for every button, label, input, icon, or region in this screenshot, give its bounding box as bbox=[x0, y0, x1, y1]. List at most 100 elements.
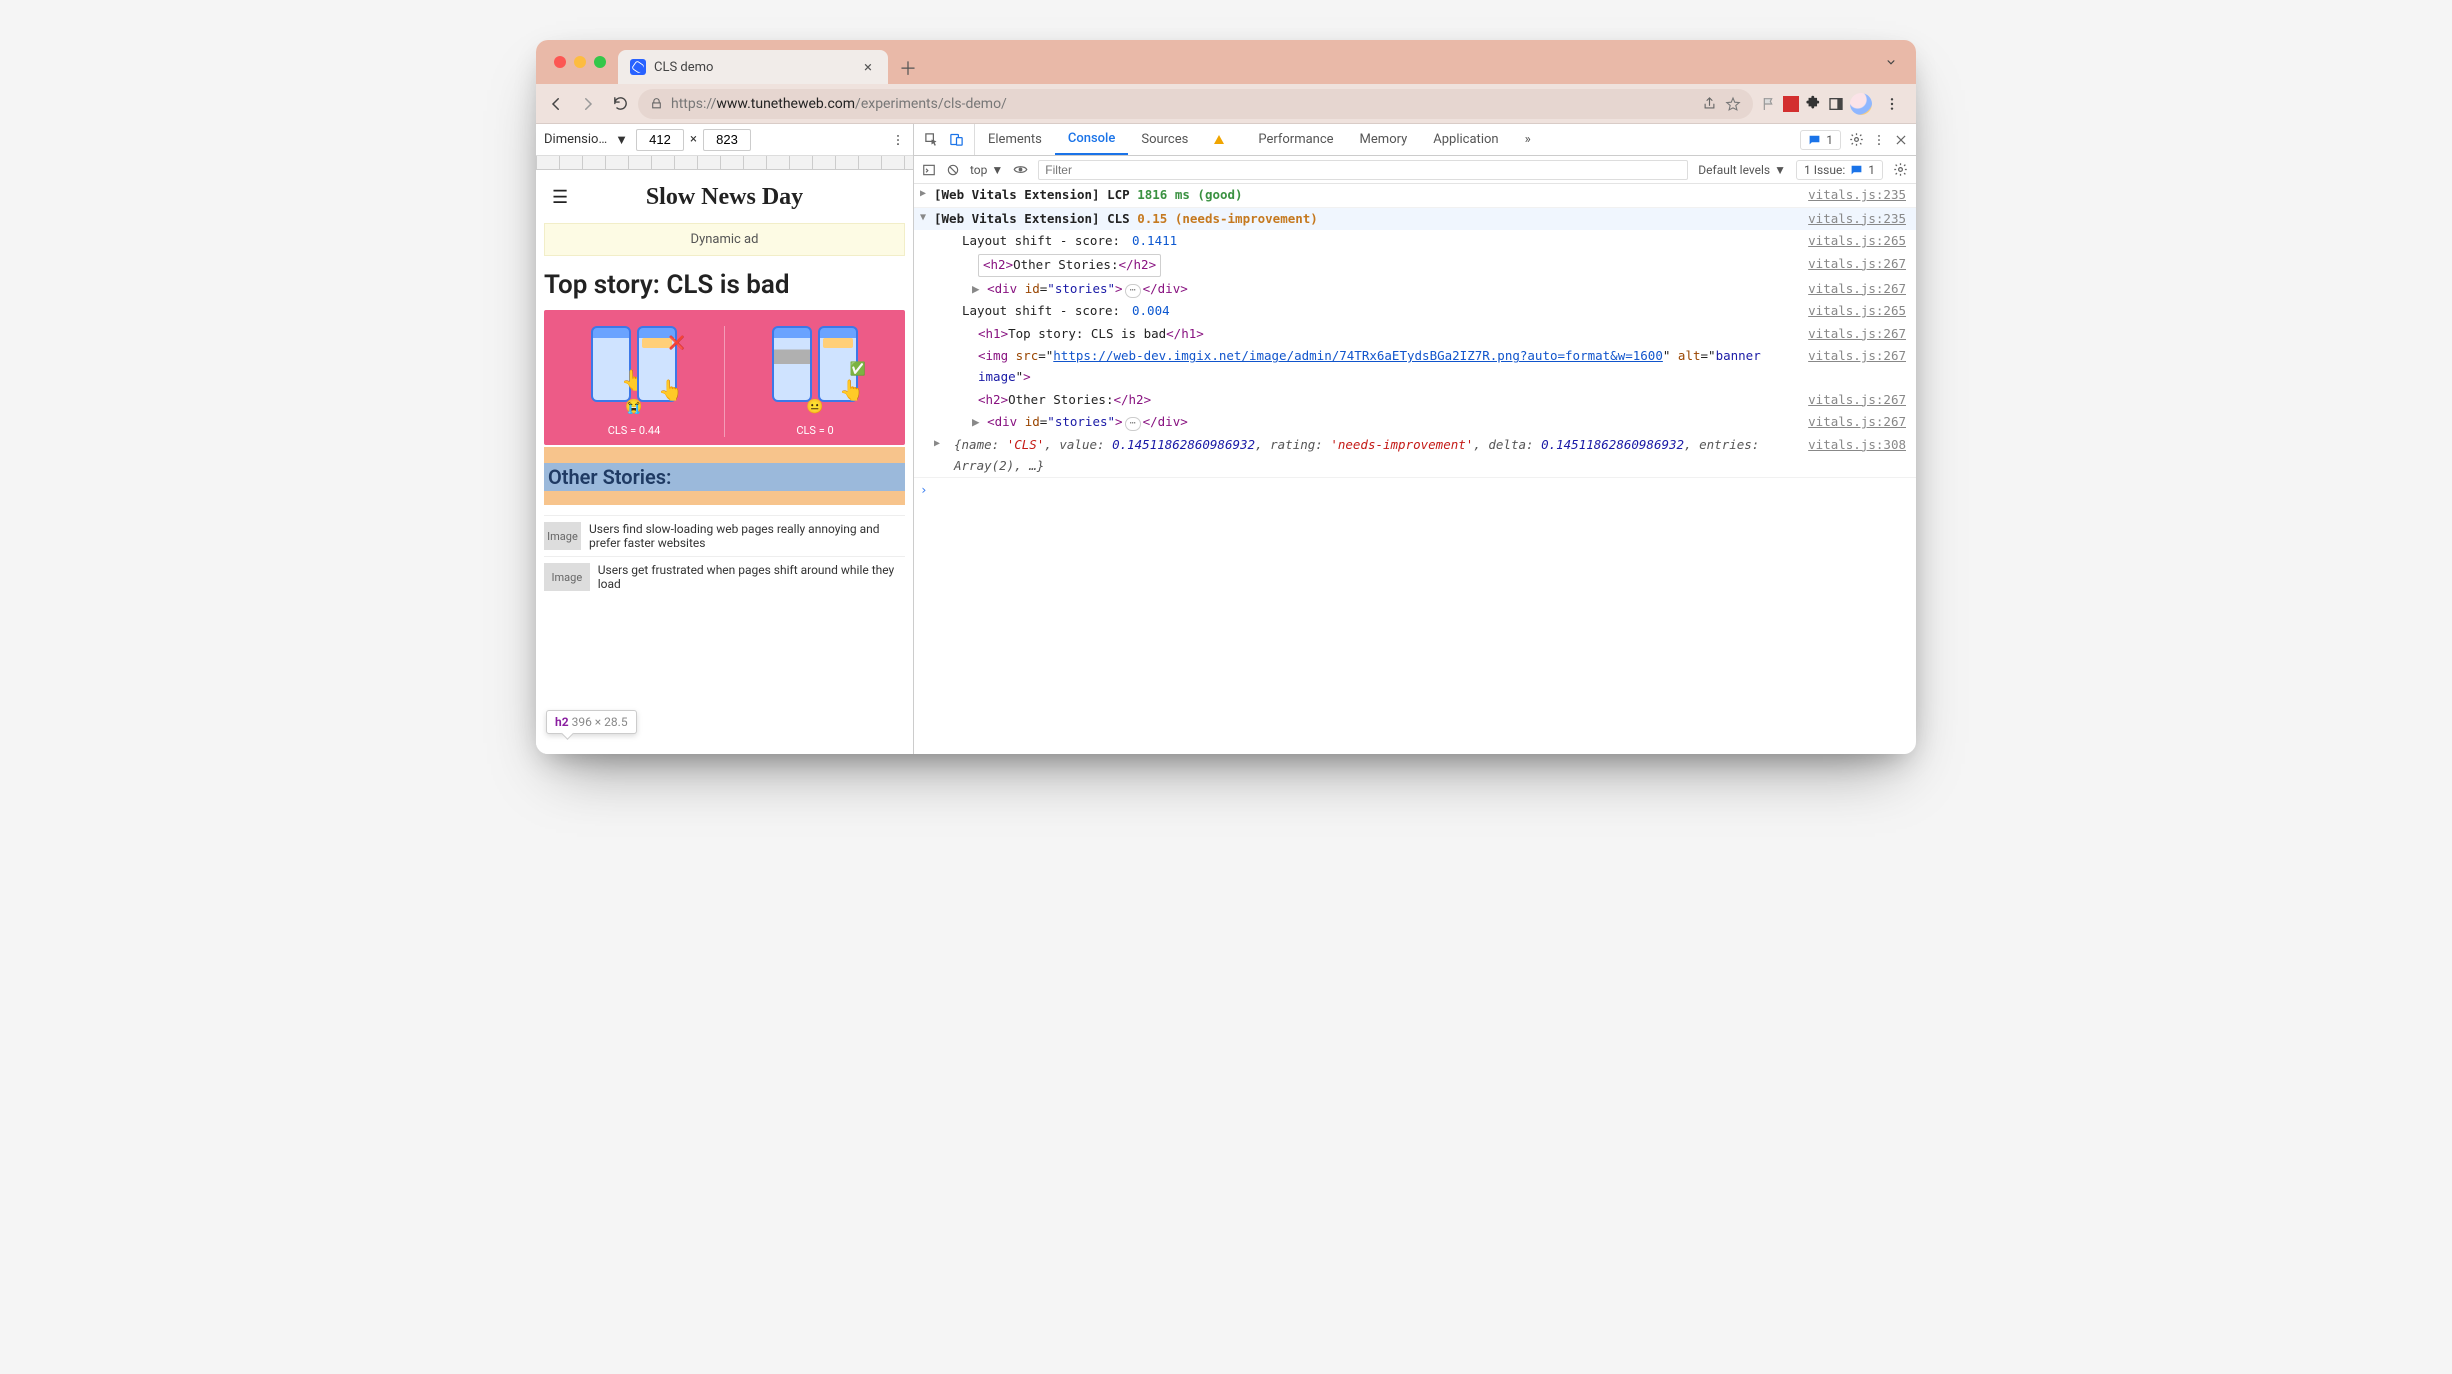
log-row[interactable]: ▶ <div id="stories">⋯</div> vitals.js:26… bbox=[914, 411, 1916, 434]
log-row[interactable]: ▼ [Web Vitals Extension] CLS 0.15 (needs… bbox=[914, 208, 1916, 231]
x-red-icon: ❌ bbox=[669, 336, 685, 351]
console-issues-badge[interactable]: 1 Issue: 1 bbox=[1796, 160, 1883, 180]
bookmark-star-icon[interactable] bbox=[1725, 96, 1741, 112]
tab-memory[interactable]: Memory bbox=[1347, 124, 1421, 155]
device-more-button[interactable] bbox=[891, 133, 905, 147]
hero-figure: 👆 👆❌ 😭 CLS = 0.44 👆✅ bbox=[544, 310, 905, 445]
top-story-heading: Top story: CLS is bad bbox=[544, 270, 905, 300]
log-row[interactable]: Layout shift - score:0.1411 vitals.js:26… bbox=[914, 230, 1916, 253]
console-output[interactable]: ▶ [Web Vitals Extension] LCP 1816 ms (go… bbox=[914, 184, 1916, 754]
window-traffic-lights bbox=[544, 56, 618, 68]
other-stories-heading: Other Stories: bbox=[544, 463, 905, 491]
reload-button[interactable] bbox=[606, 90, 634, 118]
dimension-inputs: × bbox=[636, 129, 751, 151]
dimensions-label[interactable]: Dimensio… bbox=[544, 132, 607, 147]
extension-red-icon[interactable] bbox=[1783, 96, 1799, 112]
extensions-puzzle-icon[interactable] bbox=[1805, 95, 1822, 112]
share-icon[interactable] bbox=[1702, 96, 1717, 111]
log-row[interactable]: <h2>Other Stories:</h2> vitals.js:267 bbox=[914, 253, 1916, 278]
source-link: vitals.js:267 bbox=[1808, 281, 1906, 296]
window-minimize-icon[interactable] bbox=[574, 56, 586, 68]
face-neutral-icon: 😐 bbox=[806, 399, 823, 415]
device-toolbar: Dimensio… ▼ × bbox=[536, 124, 913, 156]
log-row[interactable]: Layout shift - score:0.004 vitals.js:265 bbox=[914, 300, 1916, 323]
source-link: vitals.js:267 bbox=[1808, 348, 1906, 363]
log-row[interactable]: <img src="https://web-dev.imgix.net/imag… bbox=[914, 345, 1916, 388]
page-viewport[interactable]: ☰ Slow News Day Dynamic ad Top story: CL… bbox=[536, 170, 913, 754]
story-text: Users get frustrated when pages shift ar… bbox=[598, 563, 905, 591]
element-hover-tooltip: h2 396 × 28.5 bbox=[546, 710, 637, 734]
inspect-element-icon[interactable] bbox=[924, 132, 939, 147]
hamburger-icon[interactable]: ☰ bbox=[552, 187, 568, 208]
height-input[interactable] bbox=[703, 129, 751, 151]
issues-badge[interactable]: 1 bbox=[1800, 130, 1841, 150]
element-chip: <h2>Other Stories:</h2> bbox=[978, 254, 1161, 277]
log-row[interactable]: ▶ [Web Vitals Extension] LCP 1816 ms (go… bbox=[914, 184, 1916, 208]
tab-favicon-icon bbox=[630, 59, 646, 75]
window-close-icon[interactable] bbox=[554, 56, 566, 68]
side-panel-icon[interactable] bbox=[1828, 96, 1844, 112]
chevron-down-icon[interactable]: ▼ bbox=[615, 132, 628, 148]
stories-list: Image Users find slow-loading web pages … bbox=[544, 515, 905, 597]
log-row[interactable]: <h1>Top story: CLS is bad</h1> vitals.js… bbox=[914, 323, 1916, 346]
width-input[interactable] bbox=[636, 129, 684, 151]
face-cry-icon: 😭 bbox=[625, 399, 642, 415]
browser-menu-button[interactable] bbox=[1878, 90, 1906, 118]
tab-close-icon[interactable]: × bbox=[860, 60, 876, 75]
new-tab-button[interactable]: ＋ bbox=[896, 56, 920, 80]
log-row[interactable]: <h2>Other Stories:</h2> vitals.js:267 bbox=[914, 389, 1916, 412]
source-link: vitals.js:267 bbox=[1808, 256, 1906, 271]
story-thumb: Image bbox=[544, 522, 581, 550]
tab-performance[interactable]: Performance bbox=[1245, 124, 1346, 155]
nav-forward-button[interactable] bbox=[574, 90, 602, 118]
devtools-more-icon[interactable] bbox=[1872, 133, 1886, 147]
flag-icon[interactable] bbox=[1761, 96, 1777, 112]
source-link: vitals.js:267 bbox=[1808, 392, 1906, 407]
ellipsis-icon: ⋯ bbox=[1125, 417, 1141, 431]
source-link: vitals.js:267 bbox=[1808, 326, 1906, 341]
devtools-pane: Elements Console Sources Performance Mem… bbox=[914, 124, 1916, 754]
content-split: Dimensio… ▼ × ☰ bbox=[536, 124, 1916, 754]
site-title: Slow News Day bbox=[646, 184, 803, 211]
settings-gear-icon[interactable] bbox=[1849, 132, 1864, 147]
console-settings-gear-icon[interactable] bbox=[1893, 162, 1908, 177]
console-filter-input[interactable] bbox=[1038, 160, 1688, 180]
ad-banner: Dynamic ad bbox=[544, 223, 905, 256]
log-row[interactable]: ▶ <div id="stories">⋯</div> vitals.js:26… bbox=[914, 278, 1916, 301]
tabs-overflow-icon[interactable]: » bbox=[1512, 124, 1544, 155]
warning-triangle-icon bbox=[1214, 132, 1228, 147]
log-levels-selector[interactable]: Default levels ▼ bbox=[1698, 163, 1786, 177]
device-toggle-icon[interactable] bbox=[949, 132, 964, 147]
tab-application[interactable]: Application bbox=[1420, 124, 1511, 155]
clear-console-icon[interactable] bbox=[946, 163, 960, 177]
story-row[interactable]: Image Users find slow-loading web pages … bbox=[544, 515, 905, 556]
tab-elements[interactable]: Elements bbox=[975, 124, 1055, 155]
ellipsis-icon: ⋯ bbox=[1125, 284, 1141, 298]
collapse-arrow-icon: ▼ bbox=[914, 208, 932, 227]
browser-tab[interactable]: CLS demo × bbox=[618, 50, 888, 84]
profile-avatar-icon[interactable] bbox=[1850, 93, 1872, 115]
live-expression-icon[interactable] bbox=[1013, 162, 1028, 177]
source-link: vitals.js:265 bbox=[1808, 233, 1906, 248]
tabs-overflow-button[interactable] bbox=[1874, 55, 1908, 69]
tab-sources[interactable]: Sources bbox=[1128, 124, 1201, 155]
log-row[interactable]: ▶ {name: 'CLS', value: 0.145118628609869… bbox=[914, 434, 1916, 477]
console-prompt[interactable]: › bbox=[914, 478, 1916, 503]
context-selector[interactable]: top ▼ bbox=[970, 163, 1003, 177]
nav-back-button[interactable] bbox=[542, 90, 570, 118]
figure-right-caption: CLS = 0 bbox=[796, 424, 833, 437]
devtools-close-icon[interactable] bbox=[1894, 133, 1908, 147]
story-text: Users find slow-loading web pages really… bbox=[589, 522, 905, 550]
device-ruler bbox=[536, 156, 913, 170]
devtools-tabs: Elements Console Sources Performance Mem… bbox=[914, 124, 1916, 156]
window-zoom-icon[interactable] bbox=[594, 56, 606, 68]
console-sidebar-toggle-icon[interactable] bbox=[922, 163, 936, 177]
story-row[interactable]: Image Users get frustrated when pages sh… bbox=[544, 556, 905, 597]
pointing-hand-icon: 👆 bbox=[658, 378, 683, 402]
tab-network[interactable] bbox=[1201, 124, 1245, 155]
source-link: vitals.js:235 bbox=[1808, 187, 1906, 202]
tab-console[interactable]: Console bbox=[1055, 124, 1128, 155]
source-link: vitals.js:308 bbox=[1808, 437, 1906, 452]
url-bar[interactable]: https://www.tunetheweb.com/experiments/c… bbox=[638, 89, 1753, 119]
dimension-sep: × bbox=[690, 132, 697, 147]
